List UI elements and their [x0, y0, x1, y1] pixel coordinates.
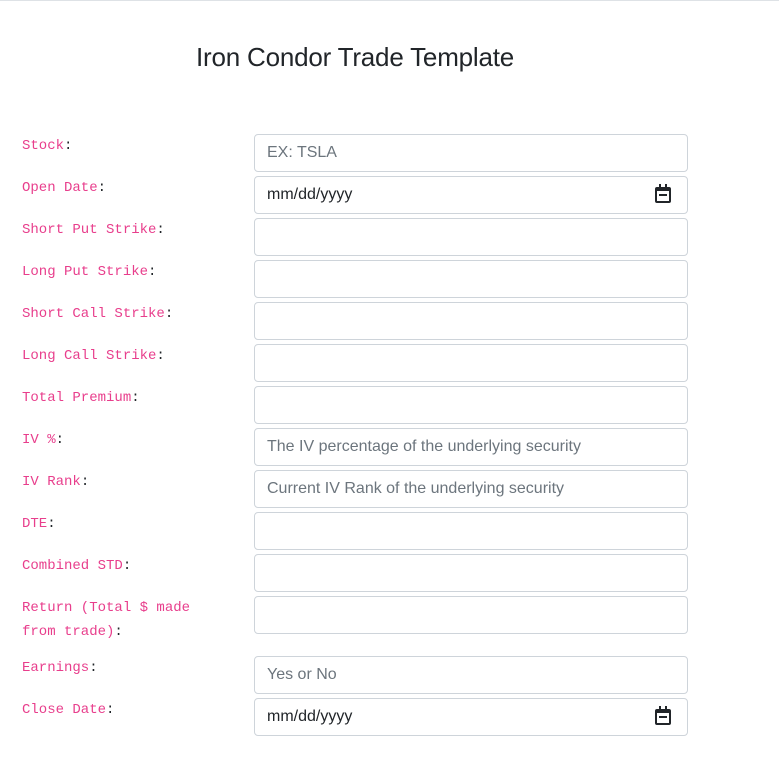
- label-colon: :: [89, 660, 98, 676]
- field-label: Open Date:: [22, 176, 106, 200]
- text-input[interactable]: [254, 344, 688, 382]
- text-input[interactable]: Current IV Rank of the underlying securi…: [254, 470, 688, 508]
- field-label-text: DTE: [22, 516, 48, 532]
- field-label-text: Short Put Strike: [22, 222, 157, 238]
- input-placeholder: mm/dd/yyyy: [267, 708, 353, 725]
- field-label: Short Call Strike:: [22, 302, 173, 326]
- field-label: IV %:: [22, 428, 64, 452]
- text-input[interactable]: [254, 260, 688, 298]
- label-colon: :: [47, 516, 56, 532]
- label-colon: :: [114, 624, 123, 640]
- label-colon: :: [80, 474, 90, 490]
- input-placeholder: mm/dd/yyyy: [267, 186, 353, 203]
- field-label-text: Short Call Strike: [22, 306, 165, 322]
- date-input[interactable]: mm/dd/yyyy: [254, 176, 688, 214]
- input-placeholder: Yes or No: [267, 666, 337, 683]
- input-placeholder: The IV percentage of the underlying secu…: [267, 438, 581, 455]
- label-colon: :: [156, 348, 165, 364]
- field-label: IV Rank:: [22, 470, 89, 494]
- date-input[interactable]: mm/dd/yyyy: [254, 698, 688, 736]
- field-label-text: Earnings: [22, 660, 90, 676]
- top-divider: [0, 0, 779, 1]
- field-label: Close Date:: [22, 698, 114, 722]
- label-colon: :: [148, 264, 157, 280]
- label-colon: :: [156, 222, 165, 238]
- text-input[interactable]: [254, 302, 688, 340]
- field-label: Stock:: [22, 134, 72, 158]
- field-label: Return (Total $ made from trade):: [22, 596, 222, 644]
- input-placeholder: EX: TSLA: [267, 144, 337, 161]
- field-label-text: Long Put Strike: [22, 264, 149, 280]
- field-label-text: Stock: [22, 138, 65, 154]
- field-label-text: Total Premium: [22, 390, 132, 406]
- label-colon: :: [164, 306, 174, 322]
- field-label-text: Combined STD: [22, 558, 123, 574]
- field-label: Short Put Strike:: [22, 218, 165, 242]
- field-label-text: Open Date: [22, 180, 98, 196]
- label-colon: :: [131, 390, 140, 406]
- label-colon: :: [106, 702, 115, 718]
- text-input[interactable]: The IV percentage of the underlying secu…: [254, 428, 688, 466]
- field-label: Combined STD:: [22, 554, 131, 578]
- field-label: Long Put Strike:: [22, 260, 156, 284]
- input-placeholder: Current IV Rank of the underlying securi…: [267, 480, 565, 497]
- field-label-text: IV %: [22, 432, 56, 448]
- text-input[interactable]: [254, 596, 688, 634]
- field-label: Long Call Strike:: [22, 344, 165, 368]
- label-colon: :: [122, 558, 132, 574]
- text-input[interactable]: EX: TSLA: [254, 134, 688, 172]
- field-label-text: Return (Total $ made from trade): [22, 600, 191, 640]
- text-input[interactable]: [254, 386, 688, 424]
- text-input[interactable]: Yes or No: [254, 656, 688, 694]
- text-input[interactable]: [254, 218, 688, 256]
- field-label: DTE:: [22, 512, 56, 536]
- field-label-text: Long Call Strike: [22, 348, 157, 364]
- calendar-icon[interactable]: [655, 184, 671, 203]
- label-colon: :: [97, 180, 107, 196]
- label-colon: :: [64, 138, 73, 154]
- label-colon: :: [55, 432, 65, 448]
- field-label-text: Close Date: [22, 702, 107, 718]
- text-input[interactable]: [254, 554, 688, 592]
- text-input[interactable]: [254, 512, 688, 550]
- field-label: Earnings:: [22, 656, 98, 680]
- field-label-text: IV Rank: [22, 474, 81, 490]
- field-label: Total Premium:: [22, 386, 140, 410]
- calendar-icon[interactable]: [655, 706, 671, 725]
- page-title: Iron Condor Trade Template: [195, 42, 515, 72]
